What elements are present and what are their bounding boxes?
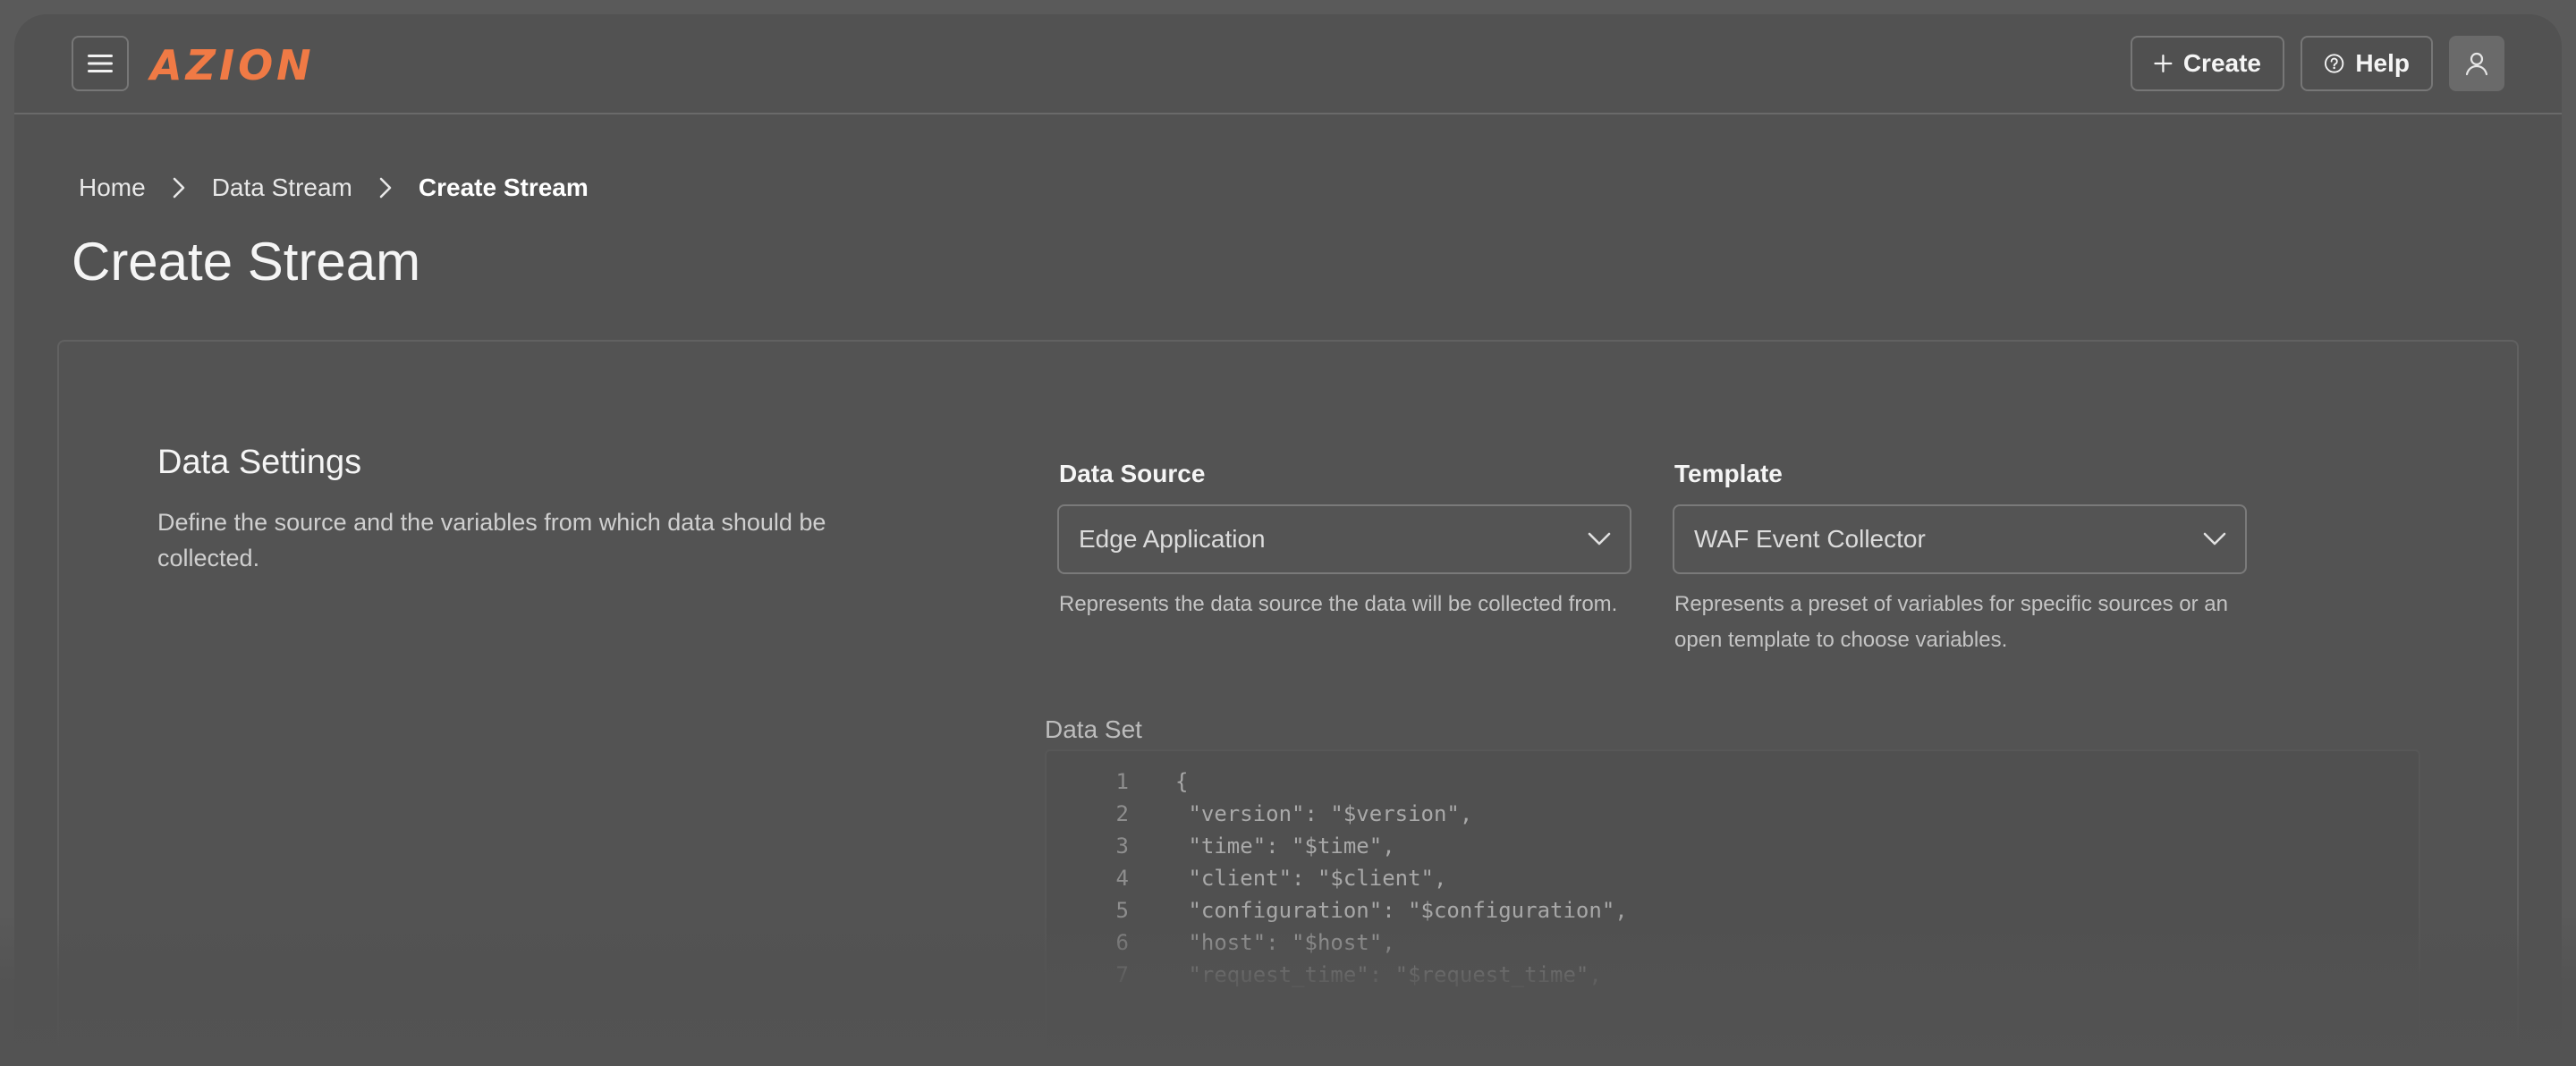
line-number: 3 (1115, 833, 1129, 859)
line-number: 2 (1115, 801, 1129, 826)
help-button[interactable]: Help (2301, 36, 2433, 91)
template-label: Template (1674, 460, 1783, 487)
code-line: 2 "version": "$version", (1046, 801, 1473, 833)
line-number: 5 (1115, 898, 1129, 923)
line-number: 1 (1115, 769, 1129, 794)
menu-button[interactable] (72, 36, 129, 91)
help-circle-icon (2325, 54, 2344, 73)
code-text: "configuration": "$configuration", (1175, 898, 1628, 923)
code-line: 7 "request_time": "$request_time", (1046, 962, 1602, 994)
help-button-label: Help (2355, 49, 2410, 77)
top-bar: AZION Create Help (14, 14, 2562, 114)
section-title: Data Settings (157, 444, 362, 481)
chevron-down-icon (2203, 532, 2226, 546)
breadcrumb-data-stream[interactable]: Data Stream (212, 173, 352, 202)
data-source-hint: Represents the data source the data will… (1059, 592, 1618, 616)
breadcrumb: Home Data Stream Create Stream (79, 170, 589, 206)
code-line: 4 "client": "$client", (1046, 866, 1447, 898)
line-number: 6 (1115, 930, 1129, 955)
data-source-value: Edge Application (1079, 525, 1266, 553)
code-text: "request_time": "$request_time", (1175, 962, 1602, 987)
plus-icon (2154, 54, 2173, 73)
template-select[interactable]: WAF Event Collector (1673, 504, 2247, 574)
breadcrumb-home[interactable]: Home (79, 173, 146, 202)
page-title: Create Stream (72, 232, 421, 292)
chevron-down-icon (1588, 532, 1611, 546)
code-line: 3 "time": "$time", (1046, 833, 1395, 866)
section-description: Define the source and the variables from… (157, 509, 826, 571)
code-text: "client": "$client", (1175, 866, 1447, 891)
data-source-select[interactable]: Edge Application (1057, 504, 1631, 574)
data-source-label: Data Source (1059, 460, 1206, 487)
hamburger-icon (88, 55, 113, 72)
data-set-code-editor[interactable]: 1 { 2 "version": "$version", 3 "time": "… (1045, 749, 2420, 1066)
user-menu-button[interactable] (2449, 36, 2504, 91)
chevron-right-icon (173, 177, 185, 199)
line-number: 4 (1115, 866, 1129, 891)
code-text: { (1175, 769, 1189, 794)
chevron-right-icon (379, 177, 392, 199)
code-line: 6 "host": "$host", (1046, 930, 1395, 962)
line-number: 7 (1115, 962, 1129, 987)
breadcrumb-current: Create Stream (418, 173, 589, 201)
code-line: 1 { (1046, 769, 1189, 801)
user-icon (2465, 52, 2488, 76)
template-hint: Represents a preset of variables for spe… (1674, 592, 2228, 652)
create-button-label: Create (2182, 49, 2261, 77)
azion-logo[interactable]: AZION (150, 41, 315, 89)
code-line: 5 "configuration": "$configuration", (1046, 898, 1628, 930)
data-set-label: Data Set (1045, 715, 1142, 743)
template-value: WAF Event Collector (1694, 525, 1926, 553)
code-text: "version": "$version", (1175, 801, 1473, 826)
code-text: "time": "$time", (1175, 833, 1395, 859)
create-button[interactable]: Create (2131, 36, 2284, 91)
code-text: "host": "$host", (1175, 930, 1395, 955)
